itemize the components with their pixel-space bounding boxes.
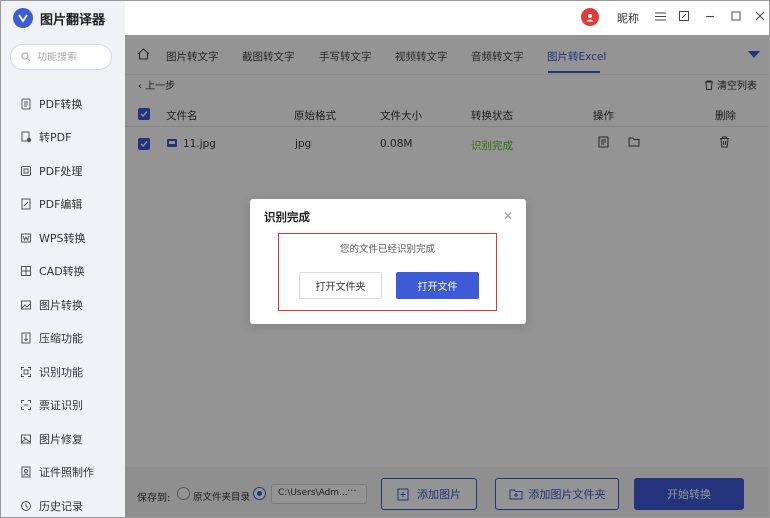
sidebar-item-label: PDF转换 xyxy=(39,97,83,111)
open-file-button[interactable]: 打开文件 xyxy=(396,272,479,299)
sidebar-item-pdf-edit[interactable]: PDF编辑 xyxy=(1,188,125,222)
function-search[interactable] xyxy=(10,44,112,70)
image-convert-icon xyxy=(20,299,32,311)
app-logo-icon xyxy=(13,8,33,28)
sidebar-item-label: 识别功能 xyxy=(39,365,83,379)
recognition-complete-dialog: 识别完成 ✕ 您的文件已经识别完成 打开文件夹 打开文件 xyxy=(250,199,526,324)
scan-icon xyxy=(20,366,32,378)
to-pdf-icon xyxy=(20,131,32,143)
app-window: 图片翻译器 PDF转换 转PDF PDF处理 PDF编辑 WPS转换 CAD转换… xyxy=(0,0,770,518)
sidebar-item-label: 历史记录 xyxy=(39,499,83,513)
fullscreen-icon[interactable] xyxy=(677,9,691,23)
image-repair-icon xyxy=(20,433,32,445)
sidebar-item-label: WPS转换 xyxy=(39,231,86,245)
sidebar-item-label: 压缩功能 xyxy=(39,332,83,346)
pdf-edit-icon xyxy=(20,198,32,210)
avatar[interactable] xyxy=(581,8,599,26)
sidebar-item-history[interactable]: 历史记录 xyxy=(1,489,125,517)
sidebar-item-label: PDF编辑 xyxy=(39,198,83,212)
sidebar-item-ticket[interactable]: 票证识别 xyxy=(1,389,125,423)
sidebar-item-label: 票证识别 xyxy=(39,399,83,413)
sidebar-item-label: 转PDF xyxy=(39,131,72,145)
sidebar-nav: PDF转换 转PDF PDF处理 PDF编辑 WPS转换 CAD转换 图片转换 … xyxy=(1,87,125,517)
user-nickname[interactable]: 昵称 xyxy=(617,10,639,26)
sidebar-item-label: 图片修复 xyxy=(39,432,83,446)
sidebar-item-recognize[interactable]: 识别功能 xyxy=(1,355,125,389)
app-title: 图片翻译器 xyxy=(40,12,106,28)
sidebar-item-compress[interactable]: 压缩功能 xyxy=(1,322,125,356)
minimize-icon[interactable] xyxy=(703,9,717,23)
sidebar-item-wps[interactable]: WPS转换 xyxy=(1,221,125,255)
sidebar-item-label: 图片转换 xyxy=(39,298,83,312)
ticket-icon xyxy=(20,399,32,411)
pdf-process-icon xyxy=(20,165,32,177)
open-folder-button[interactable]: 打开文件夹 xyxy=(299,272,382,299)
id-photo-icon xyxy=(20,466,32,478)
compress-icon xyxy=(20,332,32,344)
search-icon xyxy=(21,52,31,62)
sidebar-item-label: 证件照制作 xyxy=(39,466,94,480)
dialog-highlight-frame: 您的文件已经识别完成 打开文件夹 打开文件 xyxy=(278,233,497,311)
dialog-title: 识别完成 xyxy=(264,210,310,224)
menu-icon[interactable] xyxy=(653,9,667,23)
sidebar: 图片翻译器 PDF转换 转PDF PDF处理 PDF编辑 WPS转换 CAD转换… xyxy=(1,1,125,517)
dialog-message: 您的文件已经识别完成 xyxy=(339,244,435,255)
close-icon[interactable] xyxy=(753,9,767,23)
sidebar-item-id-photo[interactable]: 证件照制作 xyxy=(1,456,125,490)
sidebar-item-pdf-process[interactable]: PDF处理 xyxy=(1,154,125,188)
pdf-convert-icon xyxy=(20,98,32,110)
sidebar-item-pdf-convert[interactable]: PDF转换 xyxy=(1,87,125,121)
title-bar: 昵称 xyxy=(125,1,769,35)
sidebar-item-image-convert[interactable]: 图片转换 xyxy=(1,288,125,322)
sidebar-item-label: PDF处理 xyxy=(39,164,83,178)
sidebar-item-image-repair[interactable]: 图片修复 xyxy=(1,422,125,456)
wps-icon xyxy=(20,232,32,244)
maximize-icon[interactable] xyxy=(729,9,743,23)
sidebar-item-cad[interactable]: CAD转换 xyxy=(1,255,125,289)
sidebar-item-to-pdf[interactable]: 转PDF xyxy=(1,121,125,155)
sidebar-item-label: CAD转换 xyxy=(39,265,85,279)
cad-icon xyxy=(20,265,32,277)
close-icon[interactable]: ✕ xyxy=(503,209,513,223)
history-icon xyxy=(20,500,32,512)
app-logo: 图片翻译器 xyxy=(13,7,105,29)
search-input[interactable] xyxy=(37,51,107,63)
